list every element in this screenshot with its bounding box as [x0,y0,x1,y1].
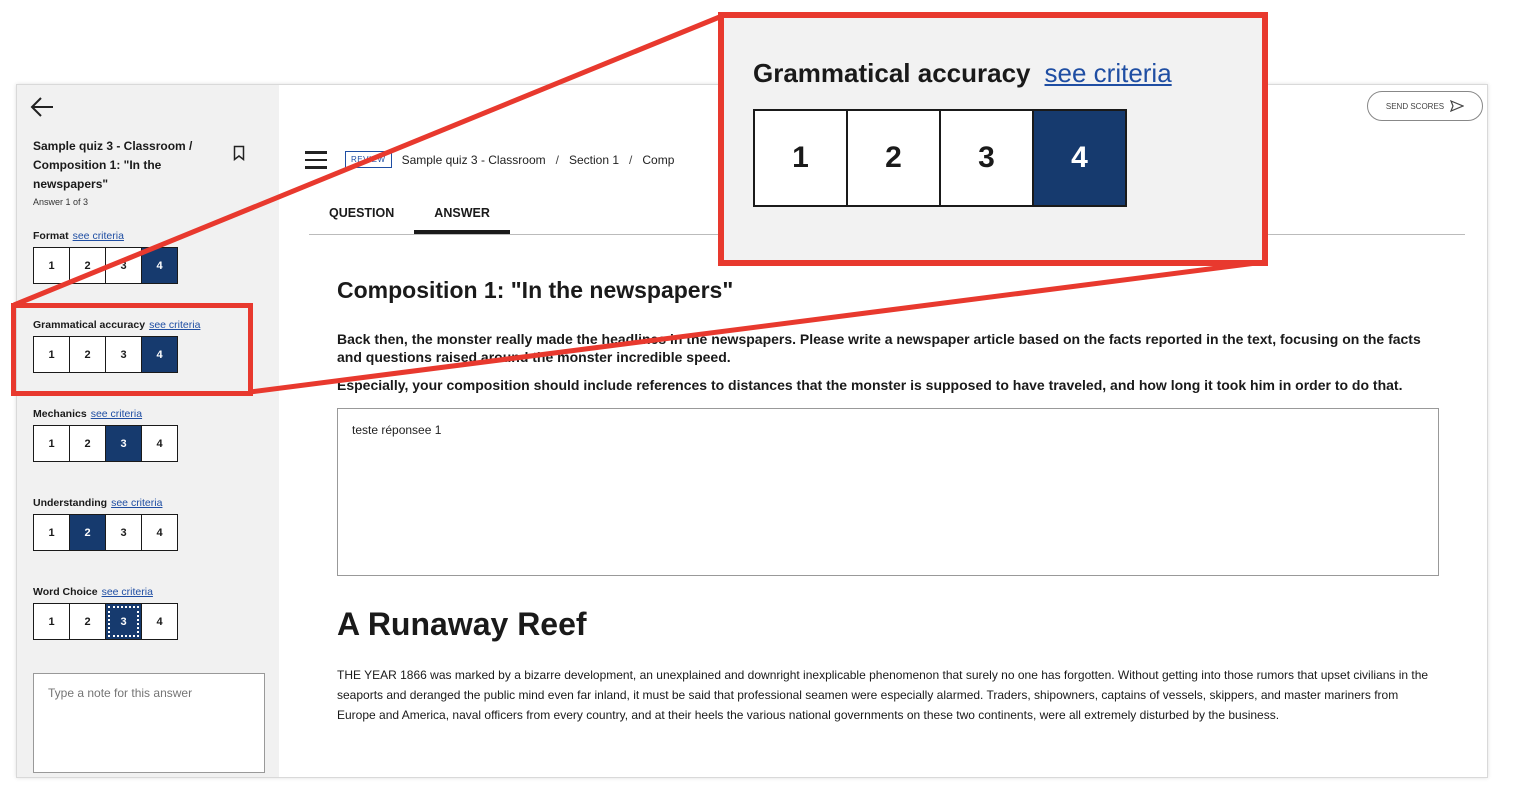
score-button-1[interactable]: 1 [33,514,70,551]
score-button-1[interactable]: 1 [33,425,70,462]
score-button-3[interactable]: 3 [105,514,142,551]
zoom-criterion-label: Grammatical accuracy [753,58,1031,88]
quiz-title: Sample quiz 3 - Classroom / Composition … [33,139,193,191]
menu-icon[interactable] [305,151,327,169]
see-criteria-link[interactable]: see criteria [102,586,153,598]
see-criteria-link[interactable]: see criteria [111,497,162,509]
composition-title: Composition 1: "In the newspapers" [337,277,734,303]
see-criteria-link[interactable]: see criteria [73,230,124,242]
score-button-4[interactable]: 4 [141,247,178,284]
score-button-2[interactable]: 2 [69,425,106,462]
score-button-2[interactable]: 2 [69,514,106,551]
breadcrumb: REVIEW Sample quiz 3 - Classroom / Secti… [345,151,674,168]
sidebar: Sample quiz 3 - Classroom / Composition … [17,85,279,777]
criterion-mechanics: Mechanics see criteria 1 2 3 4 [33,407,263,462]
score-row: 1 2 3 4 [33,603,263,640]
score-button-3[interactable]: 3 [105,603,142,640]
criterion-format: Format see criteria 1 2 3 4 [33,229,263,284]
prompt-paragraph: Back then, the monster really made the h… [337,331,1421,365]
breadcrumb-item[interactable]: Sample quiz 3 - Classroom [402,153,546,167]
answer-content: Composition 1: "In the newspapers" Back … [337,265,1439,725]
zoom-see-criteria-link: see criteria [1044,58,1172,88]
score-row: 1 2 3 4 [33,425,263,462]
answer-count: Answer 1 of 3 [33,197,89,207]
criterion-label: Understanding [33,497,108,509]
score-row: 1 2 3 4 [33,514,263,551]
criterion-label: Mechanics [33,408,87,420]
score-button-4[interactable]: 4 [141,603,178,640]
note-input[interactable] [33,673,265,773]
criterion-understanding: Understanding see criteria 1 2 3 4 [33,496,263,551]
score-button-3[interactable]: 3 [105,425,142,462]
tab-answer[interactable]: ANSWER [414,193,510,234]
back-arrow-icon[interactable] [29,95,55,119]
bookmark-icon[interactable] [233,145,245,161]
see-criteria-link[interactable]: see criteria [91,408,142,420]
highlight-box [11,303,253,396]
score-button-2[interactable]: 2 [69,603,106,640]
breadcrumb-separator: / [555,152,559,167]
score-button-3[interactable]: 3 [105,247,142,284]
zoom-score-4: 4 [1032,109,1127,207]
criterion-label: Format [33,230,69,242]
score-button-4[interactable]: 4 [141,425,178,462]
review-badge: REVIEW [345,151,392,168]
breadcrumb-item[interactable]: Comp [642,153,674,167]
score-button-4[interactable]: 4 [141,514,178,551]
send-scores-label: SEND SCORES [1385,101,1445,111]
zoom-score-2: 2 [846,109,941,207]
score-row: 1 2 3 4 [33,247,263,284]
reading-title: A Runaway Reef [337,606,587,642]
zoom-criterion-heading: Grammatical accuracy see criteria [753,58,1172,89]
zoom-score-row: 1 2 3 4 [753,109,1127,207]
score-button-1[interactable]: 1 [33,247,70,284]
reading-text: THE YEAR 1866 was marked by a bizarre de… [337,668,1429,722]
score-button-1[interactable]: 1 [33,603,70,640]
tab-question[interactable]: QUESTION [309,193,414,234]
breadcrumb-item[interactable]: Section 1 [569,153,619,167]
answer-text-box[interactable]: teste réponsee 1 [337,408,1439,576]
zoom-score-1: 1 [753,109,848,207]
criterion-label: Word Choice [33,586,98,598]
criterion-word-choice: Word Choice see criteria 1 2 3 4 [33,585,263,640]
score-button-2[interactable]: 2 [69,247,106,284]
breadcrumb-separator: / [629,152,633,167]
prompt-paragraph: Especially, your composition should incl… [337,377,1403,393]
zoom-callout: Grammatical accuracy see criteria 1 2 3 4 [718,12,1268,266]
send-scores-button[interactable]: SEND SCORES [1367,91,1483,121]
send-icon [1450,100,1465,112]
zoom-score-3: 3 [939,109,1034,207]
